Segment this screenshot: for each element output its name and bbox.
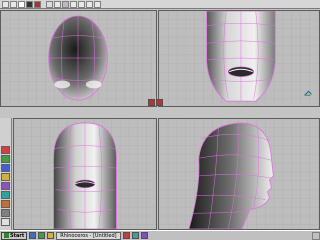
windows-logo-icon	[4, 233, 9, 238]
solid-tool-icon[interactable]	[1, 164, 10, 172]
app-icon[interactable]	[122, 232, 130, 239]
save-icon[interactable]	[18, 0, 25, 8]
top-left-viewport[interactable]	[0, 10, 157, 107]
undo-icon[interactable]	[26, 0, 33, 8]
windows-taskbar: Start Rhinoceros - [Untitled]	[0, 230, 320, 240]
head-model-top-view	[1, 11, 156, 106]
taskbar-item[interactable]: Rhinoceros - [Untitled]	[56, 231, 121, 240]
new-file-icon[interactable]	[2, 0, 9, 8]
select-icon[interactable]	[46, 0, 53, 8]
analyze-tool-icon[interactable]	[1, 200, 10, 208]
redo-icon[interactable]	[34, 0, 41, 8]
top-right-viewport[interactable]	[158, 10, 320, 107]
system-clock	[312, 231, 320, 240]
render-icon[interactable]	[78, 0, 85, 8]
bottom-right-viewport[interactable]	[158, 118, 320, 230]
transform-tool-icon[interactable]	[1, 182, 10, 190]
render-tool-icon[interactable]	[1, 209, 10, 217]
head-model-side-view	[159, 119, 319, 229]
head-model-front-closeup	[159, 11, 319, 106]
app-icon[interactable]	[131, 232, 139, 239]
head-model-front-view	[14, 119, 156, 229]
open-icon[interactable]	[10, 0, 17, 8]
browser-icon[interactable]	[38, 232, 46, 239]
app-icon[interactable]	[140, 232, 148, 239]
shaded-icon[interactable]	[94, 0, 101, 8]
scale-icon[interactable]	[70, 0, 77, 8]
curve-tool-icon[interactable]	[1, 146, 10, 154]
tool-palette	[0, 118, 12, 230]
folder-icon[interactable]	[47, 232, 55, 239]
move-icon[interactable]	[54, 0, 61, 8]
main-toolbar	[0, 0, 320, 9]
viewport-controls	[148, 99, 163, 107]
bottom-left-viewport[interactable]	[13, 118, 157, 230]
wireframe-icon[interactable]	[86, 0, 93, 8]
surface-tool-icon[interactable]	[1, 155, 10, 163]
mesh-tool-icon[interactable]	[1, 173, 10, 181]
rotate-icon[interactable]	[62, 0, 69, 8]
modeling-application: Start Rhinoceros - [Untitled]	[0, 0, 320, 240]
dimension-tool-icon[interactable]	[1, 218, 10, 226]
desktop-icon[interactable]	[29, 232, 37, 239]
maximize-icon[interactable]	[148, 99, 155, 106]
edit-tool-icon[interactable]	[1, 191, 10, 199]
start-button[interactable]: Start	[1, 231, 28, 240]
restore-icon[interactable]	[156, 99, 163, 106]
